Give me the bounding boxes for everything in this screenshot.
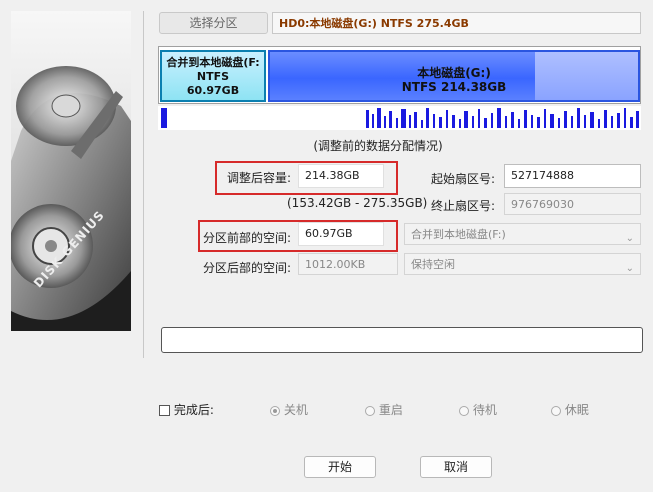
radio-icon	[459, 405, 469, 416]
divider	[143, 11, 144, 358]
radio-restart[interactable]: 重启	[365, 401, 403, 418]
progress-bar	[161, 327, 643, 353]
radio-standby[interactable]: 待机	[459, 401, 497, 418]
start-sector-label: 起始扇区号:	[431, 172, 496, 186]
capacity-range-hint: (153.42GB - 275.35GB)	[287, 196, 428, 210]
allocation-caption: (调整前的数据分配情况)	[313, 139, 443, 153]
start-sector-input[interactable]: 527174888	[504, 164, 641, 188]
partition-block-f[interactable]: 合并到本地磁盘(F: NTFS 60.97GB	[160, 50, 266, 102]
select-partition-button[interactable]: 选择分区	[159, 12, 268, 34]
data-allocation-map	[158, 106, 641, 130]
radio-shutdown[interactable]: 关机	[270, 401, 308, 418]
chevron-down-icon: ⌄	[625, 233, 634, 244]
resized-capacity-label: 调整后容量:	[227, 171, 292, 185]
end-sector-label: 终止扇区号:	[431, 199, 496, 213]
space-before-action-select: 合并到本地磁盘(F:) ⌄	[404, 223, 641, 245]
space-after-input: 1012.00KB	[298, 253, 398, 275]
start-button[interactable]: 开始	[304, 456, 376, 478]
space-after-action-select: 保持空闲 ⌄	[404, 253, 641, 275]
space-before-label: 分区前部的空间:	[203, 231, 292, 245]
disk-genius-side-image: DISK GENIUS	[11, 11, 131, 331]
completion-options: 完成后:	[159, 401, 214, 418]
space-before-input[interactable]: 60.97GB	[298, 222, 384, 246]
resized-capacity-input[interactable]: 214.38GB	[298, 164, 384, 188]
radio-icon	[551, 405, 561, 416]
after-completion-checkbox[interactable]	[159, 405, 170, 416]
radio-icon	[365, 405, 375, 416]
radio-icon	[270, 405, 280, 416]
cancel-button[interactable]: 取消	[420, 456, 492, 478]
hard-drive-icon	[11, 66, 131, 331]
space-after-label: 分区后部的空间:	[203, 261, 292, 275]
radio-hibernate[interactable]: 休眠	[551, 401, 589, 418]
selected-partition-field: HD0:本地磁盘(G:) NTFS 275.4GB	[272, 12, 641, 34]
partition-block-g[interactable]: 本地磁盘(G:) NTFS 214.38GB	[268, 50, 640, 102]
chevron-down-icon: ⌄	[625, 263, 634, 274]
end-sector-input: 976769030	[504, 193, 641, 215]
